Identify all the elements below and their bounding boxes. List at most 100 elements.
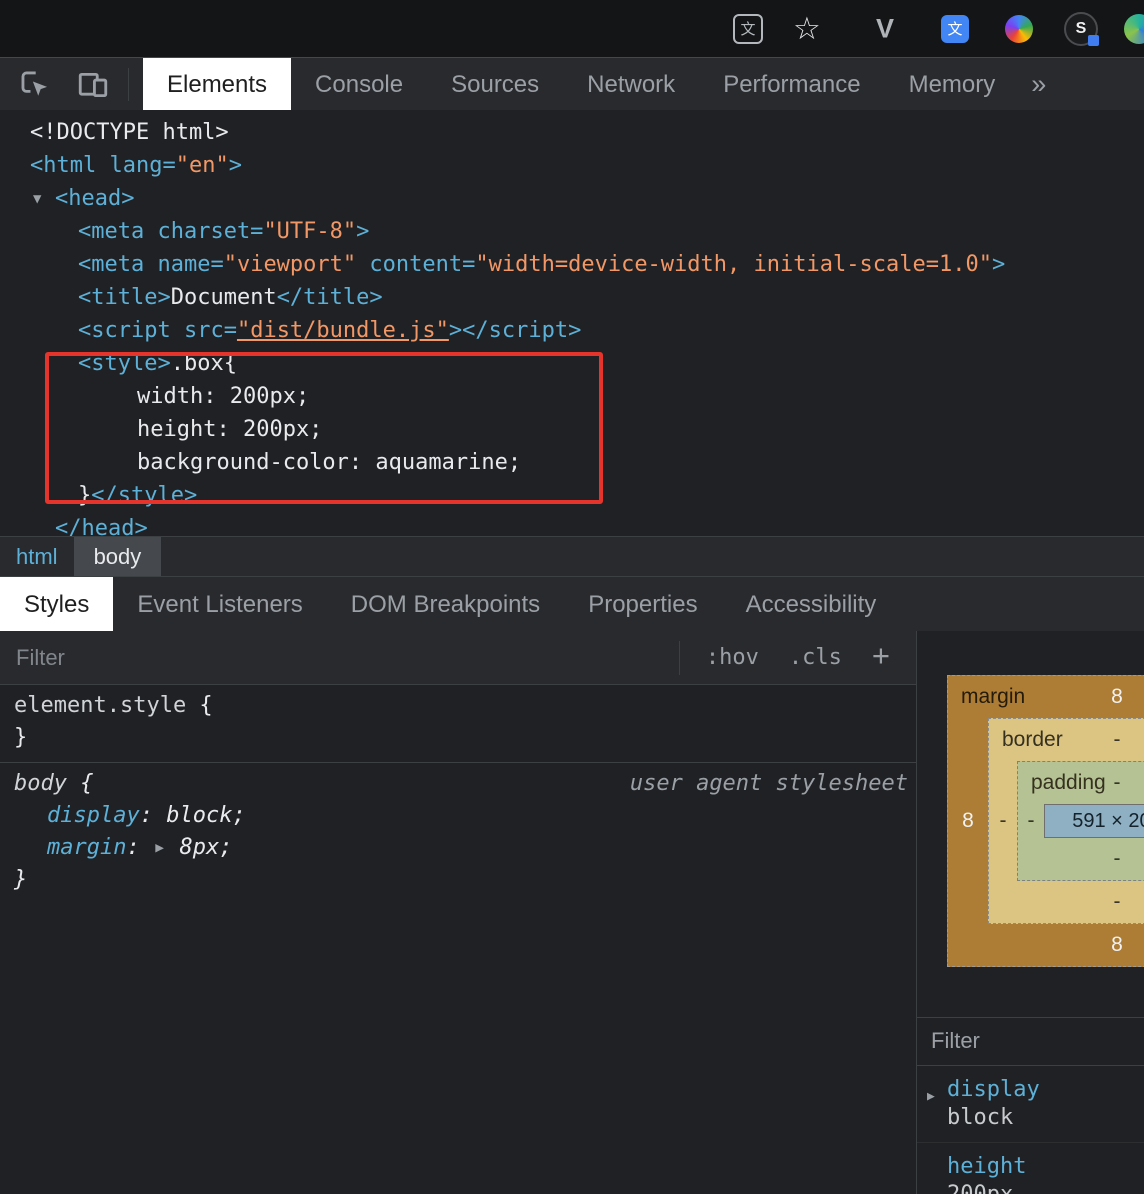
dom-tree-line[interactable]: <script src="dist/bundle.js"></script> xyxy=(0,314,1144,347)
style-rules-list: element.style {} body { user agent stylesh… xyxy=(0,685,916,904)
code-segment: } xyxy=(78,483,91,508)
inspect-element-icon[interactable] xyxy=(18,58,52,111)
styles-filter-input[interactable]: Filter xyxy=(0,645,679,671)
dom-tree-line[interactable]: width: 200px; xyxy=(0,380,1144,413)
tab-performance[interactable]: Performance xyxy=(699,58,884,111)
computed-property-row[interactable]: ▶displayblock xyxy=(917,1066,1144,1143)
style-rule: body { user agent stylesheetdisplay: bloc… xyxy=(0,762,916,904)
code-segment: > xyxy=(992,252,1005,277)
padding-left-value[interactable]: - xyxy=(1018,804,1044,838)
padding-label: padding xyxy=(1031,771,1106,795)
s-glyph: S xyxy=(1076,20,1087,38)
border-top-value[interactable]: - xyxy=(1114,728,1121,752)
css-declaration[interactable]: display: block; xyxy=(0,800,916,832)
computed-name-text: height xyxy=(947,1154,1026,1179)
browser-toolbar: 文 ☆ V 文 S xyxy=(0,0,1144,57)
tab-accessibility[interactable]: Accessibility xyxy=(722,577,901,632)
margin-left-value[interactable]: 8 xyxy=(948,718,988,924)
dom-tree-line[interactable]: <meta name="viewport" content="width=dev… xyxy=(0,248,1144,281)
tab-dom-breakpoints[interactable]: DOM Breakpoints xyxy=(327,577,564,632)
breadcrumb-body[interactable]: body xyxy=(74,537,162,577)
expand-arrow-icon[interactable]: ▶ xyxy=(927,1083,935,1111)
box-model-content-size[interactable]: 591 × 200 xyxy=(1044,804,1144,838)
box-model-border[interactable]: border - - padding - - xyxy=(988,718,1144,924)
border-left-value[interactable]: - xyxy=(989,761,1017,881)
tab-elements[interactable]: Elements xyxy=(143,58,291,111)
dom-tree-line[interactable]: <meta charset="UTF-8"> xyxy=(0,215,1144,248)
new-style-rule-button[interactable]: + xyxy=(872,640,890,671)
styles-filter-row: Filter :hov .cls + xyxy=(0,631,916,685)
clipped-extension-icon[interactable] xyxy=(1124,14,1144,44)
code-segment: > xyxy=(356,219,369,244)
rule-selector[interactable]: element.style xyxy=(14,693,186,718)
resource-link[interactable]: "dist/bundle.js" xyxy=(237,318,449,343)
dom-tree-line[interactable]: </head> xyxy=(0,512,1144,536)
open-brace: { xyxy=(186,693,213,718)
v-extension-icon[interactable]: V xyxy=(876,13,894,44)
code-segment: .box{ xyxy=(171,351,237,376)
dom-tree-line[interactable]: <!DOCTYPE html> xyxy=(0,116,1144,149)
cls-toggle[interactable]: .cls xyxy=(789,645,842,670)
code-segment: "width=device-width, initial-scale=1.0" xyxy=(475,252,992,277)
dom-tree-line[interactable]: <title>Document</title> xyxy=(0,281,1144,314)
breadcrumb: htmlbody xyxy=(0,536,1144,577)
margin-bottom-value[interactable]: 8 xyxy=(1111,933,1123,957)
dom-tree-line[interactable]: }</style> xyxy=(0,479,1144,512)
code-segment: </head> xyxy=(55,516,148,536)
margin-top-value[interactable]: 8 xyxy=(1111,685,1123,709)
tab-properties[interactable]: Properties xyxy=(564,577,721,632)
rule-selector[interactable]: body xyxy=(14,771,67,796)
css-property-name[interactable]: display xyxy=(47,803,140,828)
bookmark-star-icon[interactable]: ☆ xyxy=(793,11,821,47)
computed-property-value: block xyxy=(917,1104,1144,1132)
code-segment: </title> xyxy=(277,285,383,310)
box-model-padding[interactable]: padding - - 591 × 200 - - xyxy=(1017,761,1144,881)
dom-tree-line[interactable]: background-color: aquamarine; xyxy=(0,446,1144,479)
computed-property-name: ▶display xyxy=(917,1076,1144,1104)
device-toolbar-icon[interactable] xyxy=(76,58,110,111)
rule-close-brace: } xyxy=(0,864,916,896)
tab-memory[interactable]: Memory xyxy=(885,58,1020,111)
box-model: margin 8 8 border - - xyxy=(917,631,1144,1018)
computed-filter-input[interactable]: Filter xyxy=(917,1018,1144,1066)
border-bottom-value[interactable]: - xyxy=(1114,890,1121,914)
translate-color-extension-icon[interactable]: 文 xyxy=(941,15,969,43)
computed-sidebar: margin 8 8 border - - xyxy=(917,631,1144,1194)
padding-top-value[interactable]: - xyxy=(1114,771,1121,795)
computed-property-row[interactable]: height200px xyxy=(917,1143,1144,1194)
stylesheet-origin: user agent stylesheet xyxy=(630,768,908,800)
tab-event-listeners[interactable]: Event Listeners xyxy=(113,577,326,632)
css-declaration[interactable]: margin: ▸ 8px; xyxy=(0,832,916,864)
box-model-margin[interactable]: margin 8 8 border - - xyxy=(947,675,1144,967)
hov-toggle[interactable]: :hov xyxy=(706,645,759,670)
open-brace: { xyxy=(67,771,94,796)
css-property-name[interactable]: margin xyxy=(47,835,126,860)
expand-arrow-icon[interactable]: ▼ xyxy=(33,183,55,216)
dom-tree-line[interactable]: <style>.box{ xyxy=(0,347,1144,380)
code-segment: background-color: aquamarine; xyxy=(137,450,521,475)
tab-network[interactable]: Network xyxy=(563,58,699,111)
more-tabs-button[interactable]: » xyxy=(1031,58,1046,111)
translate-gray-extension-icon[interactable]: 文 xyxy=(733,14,763,44)
dom-tree-line[interactable]: ▼<head> xyxy=(0,182,1144,215)
devtools-tabs: ElementsConsoleSourcesNetworkPerformance… xyxy=(143,58,1019,111)
expand-shorthand-icon[interactable]: ▸ xyxy=(153,835,180,860)
rule-close-brace: } xyxy=(0,722,916,754)
tab-console[interactable]: Console xyxy=(291,58,427,111)
rule-selector-line: body { user agent stylesheet xyxy=(0,768,916,800)
code-segment: > xyxy=(229,153,242,178)
code-segment: <html lang= xyxy=(30,153,176,178)
styles-section: Filter :hov .cls + element.style {}body … xyxy=(0,631,1144,1194)
dom-tree-line[interactable]: <html lang="en"> xyxy=(0,149,1144,182)
code-segment: width: 200px; xyxy=(137,384,309,409)
css-property-value[interactable]: block xyxy=(166,803,232,828)
s-extension-icon[interactable]: S xyxy=(1064,12,1098,46)
tab-sources[interactable]: Sources xyxy=(427,58,563,111)
tab-styles[interactable]: Styles xyxy=(0,577,113,632)
css-property-value[interactable]: 8px xyxy=(179,835,219,860)
breadcrumb-html[interactable]: html xyxy=(0,537,74,577)
dom-tree-line[interactable]: height: 200px; xyxy=(0,413,1144,446)
code-segment: </style> xyxy=(91,483,197,508)
colorful-extension-icon[interactable] xyxy=(1005,15,1033,43)
padding-bottom-value[interactable]: - xyxy=(1114,847,1121,871)
